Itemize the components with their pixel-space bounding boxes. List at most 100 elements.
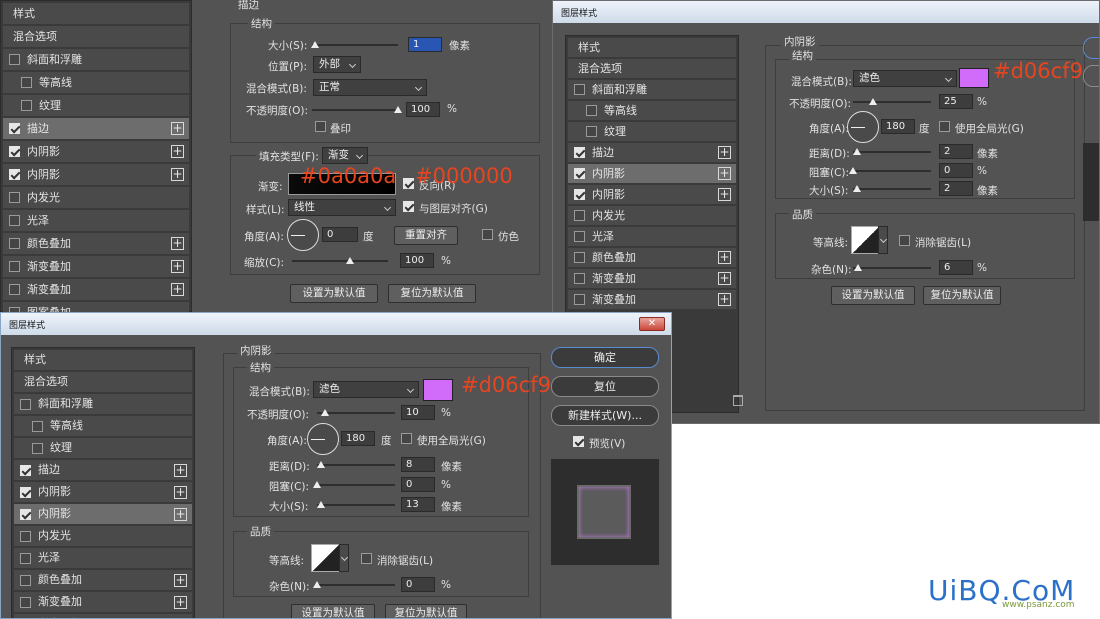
style-checkbox[interactable]: [20, 465, 31, 476]
add-effect-icon[interactable]: +: [718, 146, 731, 159]
align-layer-checkbox[interactable]: [403, 201, 414, 212]
style-checkbox[interactable]: [9, 192, 20, 203]
ok-button[interactable]: 确定: [551, 347, 659, 368]
style-checkbox[interactable]: [574, 231, 585, 242]
styles-list-item[interactable]: 纹理: [3, 95, 189, 116]
styles-list-item[interactable]: 渐变叠加 +: [3, 279, 189, 300]
styles-list-item[interactable]: 光泽: [14, 548, 192, 568]
styles-list-item[interactable]: 混合选项: [3, 26, 189, 47]
style-checkbox[interactable]: [574, 84, 585, 95]
trash-icon[interactable]: [733, 395, 743, 406]
new-style-button[interactable]: 新建样式(W)...: [551, 405, 659, 426]
styles-list-item[interactable]: 光泽: [3, 210, 189, 231]
styles-list-item[interactable]: 样式: [14, 350, 192, 370]
add-effect-icon[interactable]: +: [174, 574, 187, 587]
styles-list-item[interactable]: 内发光: [568, 206, 736, 225]
noise-input[interactable]: 0: [401, 577, 435, 592]
overprint-checkbox[interactable]: [315, 121, 326, 132]
antialias-checkbox[interactable]: [899, 235, 910, 246]
reset-default-button[interactable]: 复位为默认值: [923, 286, 1001, 305]
add-effect-icon[interactable]: +: [171, 283, 184, 296]
choke-slider[interactable]: [849, 167, 931, 174]
style-checkbox[interactable]: [32, 443, 43, 454]
style-checkbox[interactable]: [20, 399, 31, 410]
style-checkbox[interactable]: [9, 238, 20, 249]
styles-list-item[interactable]: 颜色叠加 +: [14, 570, 192, 590]
angle-dial[interactable]: [287, 219, 319, 251]
styles-list-item[interactable]: 等高线: [3, 72, 189, 93]
styles-list-item[interactable]: 斜面和浮雕: [14, 394, 192, 414]
style-checkbox[interactable]: [20, 531, 31, 542]
set-default-button[interactable]: 设置为默认值: [291, 604, 375, 618]
ok-button-edge[interactable]: [1083, 37, 1099, 59]
reset-button[interactable]: 复位: [551, 376, 659, 397]
add-effect-icon[interactable]: +: [718, 293, 731, 306]
close-icon[interactable]: ✕: [639, 317, 665, 331]
style-checkbox[interactable]: [586, 126, 597, 137]
size-input[interactable]: 1: [408, 37, 442, 52]
scale-slider[interactable]: [292, 257, 388, 264]
styles-list-item[interactable]: 颜色叠加 +: [3, 233, 189, 254]
set-default-button[interactable]: 设置为默认值: [290, 284, 378, 303]
styles-list-item[interactable]: 内阴影 +: [3, 141, 189, 162]
add-effect-icon[interactable]: +: [718, 167, 731, 180]
opacity-slider[interactable]: [312, 106, 402, 113]
dialog-titlebar[interactable]: 图层样式: [553, 1, 1099, 23]
styles-list-item[interactable]: 描边 +: [3, 118, 189, 139]
styles-list-item[interactable]: 内发光: [14, 526, 192, 546]
angle-input[interactable]: 180: [881, 119, 915, 134]
add-effect-icon[interactable]: +: [174, 486, 187, 499]
styles-list-item[interactable]: 内发光: [3, 187, 189, 208]
blend-mode-select[interactable]: 正常: [313, 79, 427, 96]
reset-align-button[interactable]: 重置对齐: [394, 226, 458, 245]
add-effect-icon[interactable]: +: [171, 260, 184, 273]
styles-list-item[interactable]: 渐变叠加 +: [3, 256, 189, 277]
style-checkbox[interactable]: [574, 273, 585, 284]
styles-list-item[interactable]: 内阴影 +: [14, 482, 192, 502]
dither-checkbox[interactable]: [482, 229, 493, 240]
reset-default-button[interactable]: 复位为默认值: [388, 284, 476, 303]
distance-slider[interactable]: [317, 461, 395, 468]
blend-mode-select[interactable]: 滤色: [853, 70, 957, 87]
shadow-color-swatch[interactable]: [423, 379, 453, 401]
style-checkbox[interactable]: [9, 261, 20, 272]
style-checkbox[interactable]: [21, 100, 32, 111]
styles-list-item[interactable]: 光泽: [568, 227, 736, 246]
style-checkbox[interactable]: [32, 421, 43, 432]
reset-default-button[interactable]: 复位为默认值: [385, 604, 467, 618]
angle-input[interactable]: 0: [322, 227, 358, 242]
opacity-slider[interactable]: [853, 98, 931, 105]
style-checkbox[interactable]: [574, 147, 585, 158]
reset-button-edge[interactable]: [1083, 65, 1099, 87]
global-light-checkbox[interactable]: [939, 121, 950, 132]
styles-list-item[interactable]: 渐变叠加 +: [14, 592, 192, 612]
scale-input[interactable]: 100: [400, 253, 434, 268]
size-input[interactable]: 13: [401, 497, 435, 512]
style-checkbox[interactable]: [574, 252, 585, 263]
global-light-checkbox[interactable]: [401, 433, 412, 444]
styles-list-item[interactable]: 纹理: [14, 438, 192, 458]
angle-dial[interactable]: [847, 111, 879, 143]
add-effect-icon[interactable]: +: [171, 168, 184, 181]
styles-list-item[interactable]: 内阴影 +: [3, 164, 189, 185]
styles-list-item[interactable]: 内阴影 +: [14, 504, 192, 524]
opacity-input[interactable]: 25: [939, 94, 973, 109]
styles-list-item[interactable]: 混合选项: [14, 372, 192, 392]
style-checkbox[interactable]: [574, 210, 585, 221]
add-effect-icon[interactable]: +: [718, 272, 731, 285]
styles-list-item[interactable]: 颜色叠加 +: [568, 248, 736, 267]
style-checkbox[interactable]: [20, 597, 31, 608]
style-checkbox[interactable]: [9, 169, 20, 180]
add-effect-icon[interactable]: +: [174, 464, 187, 477]
size-input[interactable]: 2: [939, 181, 973, 196]
style-checkbox[interactable]: [9, 284, 20, 295]
angle-input[interactable]: 180: [341, 431, 375, 446]
size-slider[interactable]: [317, 501, 395, 508]
noise-slider[interactable]: [853, 264, 931, 271]
opacity-input[interactable]: 10: [401, 405, 435, 420]
style-select[interactable]: 线性: [288, 199, 396, 216]
contour-dropdown[interactable]: [878, 226, 888, 254]
styles-list-item[interactable]: 等高线: [568, 101, 736, 120]
contour-picker[interactable]: [851, 226, 881, 254]
opacity-slider[interactable]: [317, 409, 395, 416]
